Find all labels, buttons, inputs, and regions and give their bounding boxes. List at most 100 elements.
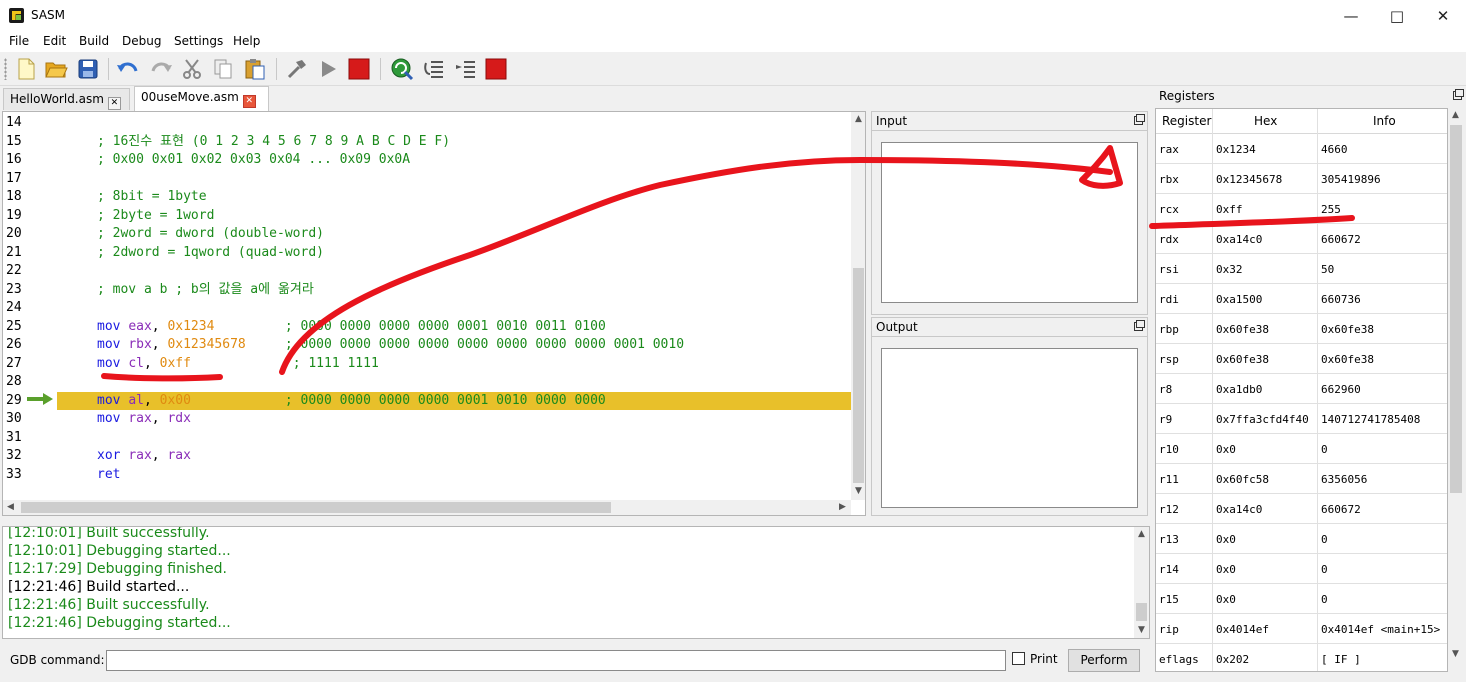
code-line[interactable]: 20 ; 2word = dword (double-word) [3, 225, 851, 243]
tab-close-icon[interactable]: ✕ [242, 95, 256, 108]
scroll-up-icon[interactable]: ▲ [1448, 108, 1463, 123]
menu-settings[interactable]: Settings [174, 34, 223, 48]
log-vertical-scrollbar[interactable]: ▲ ▼ [1134, 527, 1149, 638]
code-line[interactable]: 17 [3, 170, 851, 188]
register-row-rdi[interactable]: rdi 0xa1500 660736 [1156, 284, 1447, 314]
register-row-r9[interactable]: r9 0x7ffa3cfd4f40 140712741785408 [1156, 404, 1447, 434]
register-row-r10[interactable]: r10 0x0 0 [1156, 434, 1447, 464]
code-line[interactable]: 26 mov rbx, 0x12345678 ; 0000 0000 0000 0… [3, 336, 851, 354]
code-line[interactable]: 28 [3, 373, 851, 391]
debug-icon[interactable] [390, 57, 414, 81]
redo-icon[interactable] [149, 57, 173, 81]
code-line[interactable]: 29 mov al, 0x00 ; 0000 0000 0000 0000 000… [3, 391, 851, 410]
code-line[interactable]: 15 ; 16진수 표현 (0 1 2 3 4 5 6 7 8 9 A B C D… [3, 133, 851, 151]
registers-vertical-scrollbar[interactable]: ▲ ▼ [1448, 108, 1464, 672]
register-row-r11[interactable]: r11 0x60fc58 6356056 [1156, 464, 1447, 494]
code-line[interactable]: 25 mov eax, 0x1234 ; 0000 0000 0000 0000 … [3, 318, 851, 336]
register-row-rbp[interactable]: rbp 0x60fe38 0x60fe38 [1156, 314, 1447, 344]
float-panel-icon[interactable] [1453, 89, 1464, 100]
code-line[interactable]: 21 ; 2dword = 1qword (quad-word) [3, 244, 851, 262]
code-line[interactable]: 16 ; 0x00 0x01 0x02 0x03 0x04 ... 0x09 0x… [3, 151, 851, 169]
scroll-right-icon[interactable]: ▶ [835, 500, 850, 515]
editor-horizontal-scrollbar[interactable]: ◀ ▶ [3, 500, 851, 515]
toolbar-grip[interactable] [4, 58, 7, 80]
paste-icon[interactable] [243, 57, 267, 81]
tab-00usemove[interactable]: 00useMove.asm ✕ [134, 86, 269, 111]
register-row-r14[interactable]: r14 0x0 0 [1156, 554, 1447, 584]
new-file-icon[interactable] [14, 57, 38, 81]
tab-close-icon[interactable]: ✕ [107, 97, 121, 110]
run-icon[interactable] [316, 57, 340, 81]
code-line[interactable]: 23 ; mov a b ; b의 값을 a에 옮겨라 [3, 281, 851, 299]
register-info: 255 [1321, 203, 1341, 216]
tab-helloworld[interactable]: HelloWorld.asm ✕ [3, 88, 130, 110]
code-line[interactable]: 30 mov rax, rdx [3, 410, 851, 428]
register-row-rdx[interactable]: rdx 0xa14c0 660672 [1156, 224, 1447, 254]
scroll-down-icon[interactable]: ▼ [1448, 647, 1463, 662]
scroll-up-icon[interactable]: ▲ [1134, 527, 1149, 542]
code-line[interactable]: 19 ; 2byte = 1word [3, 207, 851, 225]
register-name: r14 [1159, 563, 1179, 576]
scroll-down-icon[interactable]: ▼ [1134, 623, 1149, 638]
code-line[interactable]: 33 ret [3, 466, 851, 484]
debug-stop-icon[interactable] [484, 57, 508, 81]
code-line[interactable]: 27 mov cl, 0xff ; 1111 1111 [3, 355, 851, 373]
register-row-rsp[interactable]: rsp 0x60fe38 0x60fe38 [1156, 344, 1447, 374]
input-textbox[interactable] [881, 142, 1138, 303]
editor-vertical-scrollbar[interactable]: ▲ ▼ [851, 112, 865, 500]
scroll-down-icon[interactable]: ▼ [851, 484, 865, 499]
register-row-rip[interactable]: rip 0x4014ef 0x4014ef <main+15> [1156, 614, 1447, 644]
register-row-rcx[interactable]: rcx 0xff 255 [1156, 194, 1447, 224]
undo-icon[interactable] [116, 57, 140, 81]
register-row-r8[interactable]: r8 0xa1db0 662960 [1156, 374, 1447, 404]
print-checkbox[interactable] [1012, 652, 1025, 665]
perform-button[interactable]: Perform [1068, 649, 1140, 672]
menu-bar: File Edit Build Debug Settings Help [0, 31, 1466, 52]
register-row-eflags[interactable]: eflags 0x202 [ IF ] [1156, 644, 1447, 671]
minimize-button[interactable]: — [1328, 0, 1374, 31]
menu-build[interactable]: Build [79, 34, 109, 48]
step-over-icon[interactable] [423, 57, 447, 81]
menu-help[interactable]: Help [233, 34, 260, 48]
registers-vscroll-thumb[interactable] [1450, 125, 1462, 493]
code-line[interactable]: 32 xor rax, rax [3, 447, 851, 465]
editor-hscroll-thumb[interactable] [21, 502, 611, 513]
scroll-left-icon[interactable]: ◀ [3, 500, 18, 515]
code-line[interactable]: 31 [3, 429, 851, 447]
step-into-icon[interactable] [454, 57, 478, 81]
register-row-r12[interactable]: r12 0xa14c0 660672 [1156, 494, 1447, 524]
open-folder-icon[interactable] [44, 57, 68, 81]
menu-edit[interactable]: Edit [43, 34, 66, 48]
register-row-r15[interactable]: r15 0x0 0 [1156, 584, 1447, 614]
register-row-rbx[interactable]: rbx 0x12345678 305419896 [1156, 164, 1447, 194]
float-panel-icon[interactable] [1134, 114, 1145, 125]
close-window-button[interactable]: ✕ [1420, 0, 1466, 31]
register-row-rax[interactable]: rax 0x1234 4660 [1156, 134, 1447, 164]
build-hammer-icon[interactable] [285, 57, 309, 81]
window-title: SASM [31, 8, 66, 22]
gdb-command-input[interactable] [106, 650, 1006, 671]
stop-icon[interactable] [347, 57, 371, 81]
code-text: ret [97, 466, 120, 484]
code-line[interactable]: 24 [3, 299, 851, 317]
code-text: mov eax, 0x1234 ; 0000 0000 0000 0000 00… [97, 318, 606, 336]
scroll-up-icon[interactable]: ▲ [851, 112, 865, 127]
line-number: 18 [6, 189, 22, 204]
code-editor[interactable]: 14 15 ; 16진수 표현 (0 1 2 3 4 5 6 7 8 9 A B C… [2, 111, 866, 516]
code-line[interactable]: 14 [3, 114, 851, 132]
code-line[interactable]: 18 ; 8bit = 1byte [3, 188, 851, 206]
save-icon[interactable] [76, 57, 100, 81]
float-panel-icon[interactable] [1134, 320, 1145, 331]
output-textbox[interactable] [881, 348, 1138, 508]
copy-icon[interactable] [211, 57, 235, 81]
maximize-button[interactable]: □ [1374, 0, 1420, 31]
code-token: ; 8bit = 1byte [97, 189, 207, 204]
log-vscroll-thumb[interactable] [1136, 603, 1147, 621]
cut-icon[interactable] [180, 57, 204, 81]
register-row-r13[interactable]: r13 0x0 0 [1156, 524, 1447, 554]
code-line[interactable]: 22 [3, 262, 851, 280]
menu-debug[interactable]: Debug [122, 34, 161, 48]
register-row-rsi[interactable]: rsi 0x32 50 [1156, 254, 1447, 284]
menu-file[interactable]: File [9, 34, 29, 48]
editor-vscroll-thumb[interactable] [853, 268, 864, 483]
